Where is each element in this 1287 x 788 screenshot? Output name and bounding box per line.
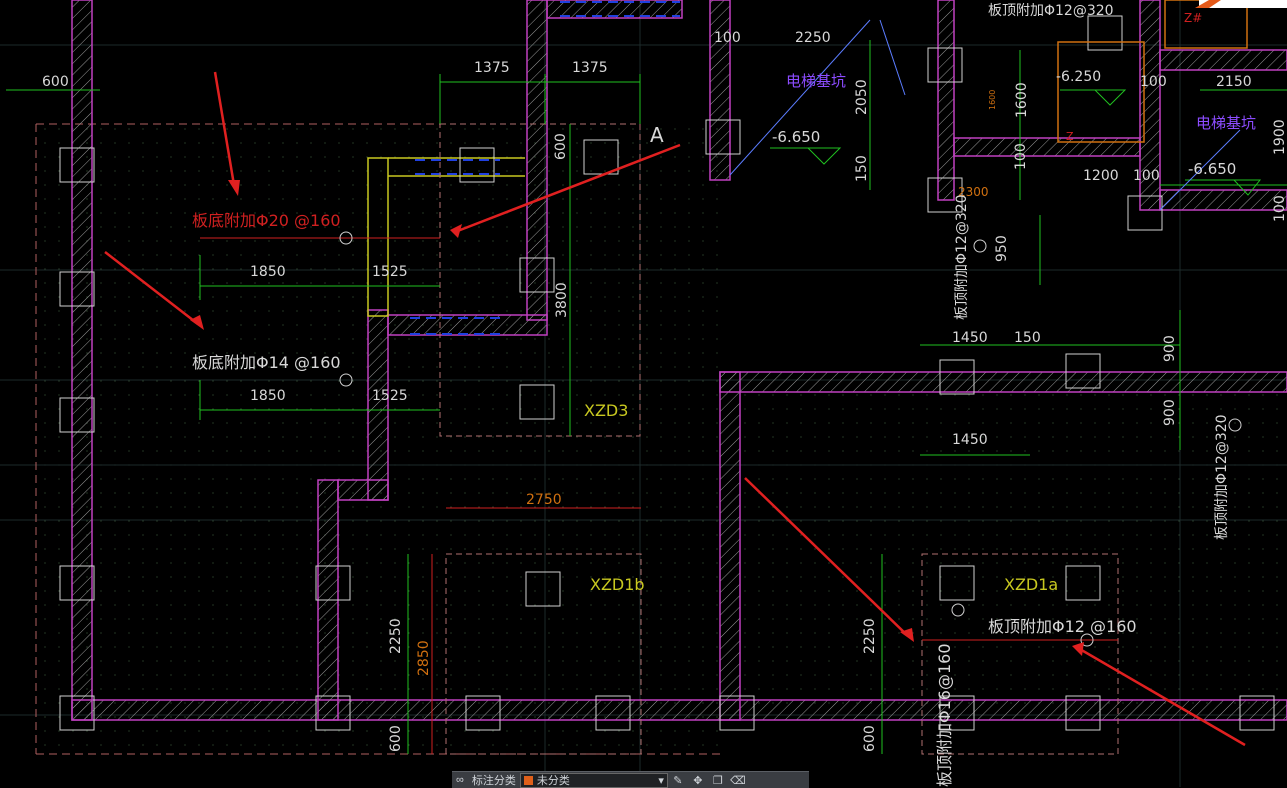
- chevron-down-icon: ▾: [658, 774, 664, 787]
- dim-1600-a: 1600: [1014, 82, 1030, 118]
- top-rebar-320-vertical: 板顶附加Φ12@320: [954, 194, 970, 320]
- move-icon[interactable]: ✥: [691, 773, 705, 787]
- dim-1850-b: 1850: [250, 388, 286, 404]
- pit-mark-left: Z: [1066, 130, 1074, 143]
- elev-650-b: -6.650: [1188, 160, 1236, 178]
- dim-950: 950: [994, 235, 1010, 262]
- dim-2850: 2850: [416, 640, 432, 676]
- dim-100-b: 100: [1013, 143, 1029, 170]
- dim-150-b: 150: [1014, 330, 1041, 346]
- dim-2250-right: 2250: [862, 618, 878, 654]
- top-rebar-16-vertical: 板顶附加Φ16@160: [935, 644, 954, 788]
- dim-1525-a: 1525: [372, 264, 408, 280]
- small-text-1600: 1600: [988, 90, 997, 110]
- dim-1450-b: 1450: [952, 432, 988, 448]
- delete-icon[interactable]: ⌫: [730, 773, 746, 787]
- cad-drawing-canvas[interactable]: 600 1375 1375 100 2250 电梯基坑 2050 150 -6.…: [0, 0, 1287, 787]
- category-select-value: 未分类: [536, 775, 570, 787]
- edit-icon[interactable]: ✎: [671, 773, 685, 787]
- dim-900-a: 900: [1162, 335, 1178, 362]
- dim-1375-b: 1375: [572, 60, 608, 76]
- copy-icon[interactable]: ❐: [711, 773, 725, 787]
- dim-600-bottom-left: 600: [388, 725, 404, 752]
- bottom-rebar-20-label: 板底附加Φ20 @160: [192, 211, 341, 230]
- dim-600-mid: 600: [553, 133, 569, 160]
- label-xzd3[interactable]: XZD3: [584, 401, 628, 420]
- top-rebar-320-right: 板顶附加Φ12@320: [1214, 414, 1230, 540]
- dim-1200: 1200: [1083, 168, 1119, 184]
- top-rebar-top-label: 板顶附加Φ12@320: [988, 3, 1114, 19]
- grid-a-label: A: [650, 123, 664, 147]
- dim-2250-top: 2250: [795, 30, 831, 46]
- infinity-icon[interactable]: ∞: [452, 772, 468, 788]
- annotation-category-label: 标注分类: [471, 775, 516, 787]
- dim-1900: 1900: [1272, 119, 1287, 155]
- dim-600-bottom-right: 600: [862, 725, 878, 752]
- slab-hatch-area-right: [740, 390, 1287, 710]
- dim-2150: 2150: [1216, 74, 1252, 90]
- dim-2050: 2050: [854, 79, 870, 115]
- dim-3800: 3800: [554, 282, 570, 318]
- bottom-rebar-14-label: 板底附加Φ14 @160: [192, 353, 341, 372]
- annotation-toolbar: ∞ 标注分类 未分类 ▾ ✎ ✥ ❐ ⌫: [452, 771, 809, 788]
- dim-1450-a: 1450: [952, 330, 988, 346]
- dim-2750: 2750: [526, 492, 562, 508]
- dim-600-top: 600: [42, 74, 69, 90]
- elev-6250: -6.250: [1056, 69, 1101, 85]
- label-xzd1b[interactable]: XZD1b: [590, 575, 645, 594]
- pit-mark-right: Z#: [1184, 11, 1202, 25]
- dim-1375-a: 1375: [474, 60, 510, 76]
- label-xzd1a[interactable]: XZD1a: [1004, 575, 1058, 594]
- elev-650-a: -6.650: [772, 128, 820, 146]
- label-elevator-pit-2: 电梯基坑: [1196, 114, 1256, 132]
- dim-100-e: 100: [1272, 195, 1287, 222]
- dim-900-b: 900: [1162, 399, 1178, 426]
- dim-1850-a: 1850: [250, 264, 286, 280]
- dim-100-a: 100: [714, 30, 741, 46]
- dim-100-d: 100: [1133, 168, 1160, 184]
- dim-100-c: 100: [1140, 74, 1167, 90]
- dim-2250-left: 2250: [388, 618, 404, 654]
- dim-150-a: 150: [854, 155, 870, 182]
- app-logo-fragment: [1195, 0, 1287, 8]
- category-select[interactable]: 未分类 ▾: [519, 772, 668, 788]
- dim-1525-b: 1525: [372, 388, 408, 404]
- label-elevator-pit-1: 电梯基坑: [786, 72, 846, 90]
- top-rebar-160-label: 板顶附加Φ12 @160: [988, 617, 1137, 636]
- category-color-swatch: [523, 775, 533, 785]
